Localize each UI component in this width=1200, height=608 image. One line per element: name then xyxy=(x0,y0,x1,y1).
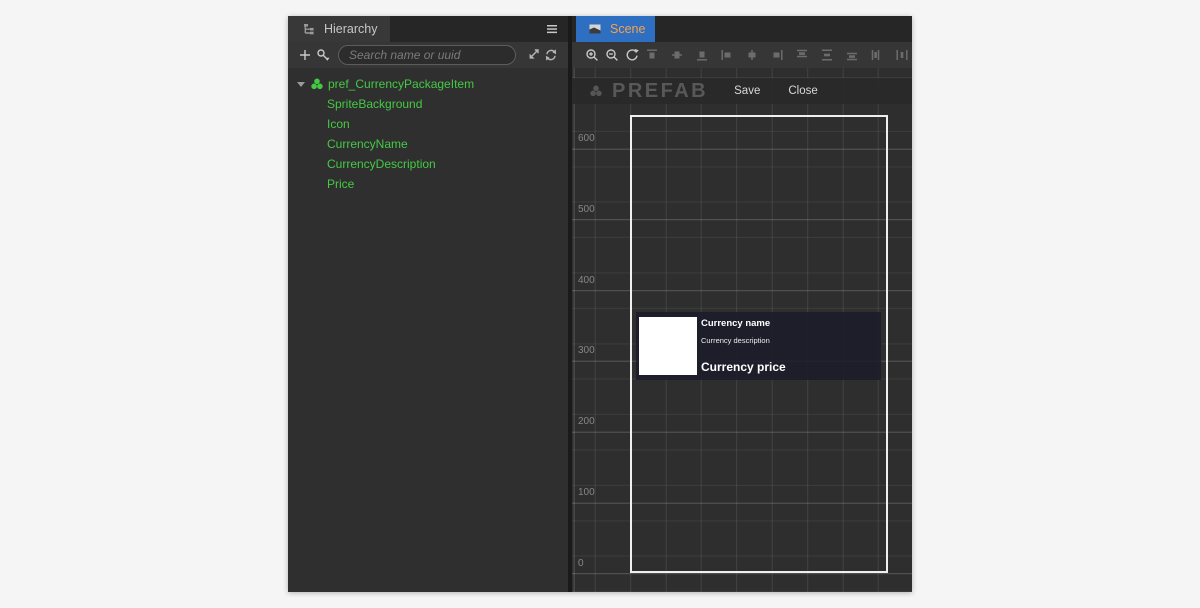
align-left-icon[interactable] xyxy=(720,48,734,62)
distribute-bottom-icon[interactable] xyxy=(845,48,859,62)
distribute-left-icon[interactable] xyxy=(870,48,884,62)
tree-item-label: Icon xyxy=(327,117,350,131)
hierarchy-panel: Hierarchy pref_CurrencyPackageItem Sprite… xyxy=(288,16,568,592)
tree-item-Icon[interactable]: Icon xyxy=(288,114,568,134)
tree-item-label: CurrencyDescription xyxy=(327,157,436,171)
add-node-button[interactable] xyxy=(296,47,314,63)
tree-item-label: Price xyxy=(327,177,354,191)
search-input[interactable] xyxy=(338,45,516,65)
distribute-center-icon[interactable] xyxy=(895,48,909,62)
prefab-mode-title: PREFAB xyxy=(612,80,708,103)
hierarchy-tabbar: Hierarchy xyxy=(288,16,568,42)
collapse-all-button[interactable] xyxy=(524,47,542,63)
tab-scene[interactable]: Scene xyxy=(576,16,655,42)
refresh-button[interactable] xyxy=(542,47,560,63)
hierarchy-toolbar xyxy=(288,42,568,68)
scene-canvas[interactable]: Currency name Currency description Curre… xyxy=(572,68,912,592)
zoom-in-icon[interactable] xyxy=(585,46,599,64)
panel-menu-icon[interactable] xyxy=(544,21,560,37)
scene-tab-icon xyxy=(586,21,604,37)
align-middle-icon[interactable] xyxy=(670,48,684,62)
ruler-label: 500 xyxy=(578,204,595,215)
ruler-label: 100 xyxy=(578,487,595,498)
close-button[interactable]: Close xyxy=(788,85,817,97)
ruler-label: 400 xyxy=(578,275,595,286)
distribute-top-icon[interactable] xyxy=(795,48,809,62)
align-bottom-icon[interactable] xyxy=(695,48,709,62)
tree-item-label: pref_CurrencyPackageItem xyxy=(328,77,474,91)
tree-item-SpriteBackground[interactable]: SpriteBackground xyxy=(288,94,568,114)
ruler-label: 200 xyxy=(578,416,595,427)
save-button[interactable]: Save xyxy=(734,85,760,97)
tree-item-label: SpriteBackground xyxy=(327,97,422,111)
hierarchy-tree-icon xyxy=(300,21,318,37)
prefab-node-icon xyxy=(309,77,324,92)
editor-window: Hierarchy pref_CurrencyPackageItem Sprite… xyxy=(288,16,912,592)
align-right-icon[interactable] xyxy=(770,48,784,62)
tree-item-CurrencyDescription[interactable]: CurrencyDescription xyxy=(288,154,568,174)
align-center-icon[interactable] xyxy=(745,48,759,62)
scene-tabbar: Scene xyxy=(572,16,912,42)
tab-hierarchy[interactable]: Hierarchy xyxy=(288,16,390,42)
tree-item-CurrencyName[interactable]: CurrencyName xyxy=(288,134,568,154)
reset-view-icon[interactable] xyxy=(625,46,639,64)
hierarchy-tree: pref_CurrencyPackageItem SpriteBackground… xyxy=(288,68,568,592)
ruler-label: 300 xyxy=(578,345,595,356)
prefab-bounds-rect xyxy=(630,115,888,573)
zoom-out-icon[interactable] xyxy=(605,46,619,64)
ruler-label: 0 xyxy=(578,558,584,569)
search-filter-button[interactable] xyxy=(314,47,332,63)
scene-panel: Scene Currency name Currency description… xyxy=(572,16,912,592)
distribute-middle-icon[interactable] xyxy=(820,48,834,62)
expand-caret-icon[interactable] xyxy=(295,78,307,90)
scene-tab-label: Scene xyxy=(610,22,645,36)
tree-item-label: CurrencyName xyxy=(327,137,408,151)
tree-item-Price[interactable]: Price xyxy=(288,174,568,194)
canvas-edge-line xyxy=(574,68,575,592)
tree-item-pref_CurrencyPackageItem[interactable]: pref_CurrencyPackageItem xyxy=(288,74,568,94)
prefab-banner: PREFAB Save Close xyxy=(572,78,912,104)
ruler-label: 600 xyxy=(578,133,595,144)
scene-toolbar xyxy=(572,42,912,68)
align-top-icon[interactable] xyxy=(645,48,659,62)
hierarchy-tab-label: Hierarchy xyxy=(324,22,378,36)
prefab-icon xyxy=(585,81,607,101)
